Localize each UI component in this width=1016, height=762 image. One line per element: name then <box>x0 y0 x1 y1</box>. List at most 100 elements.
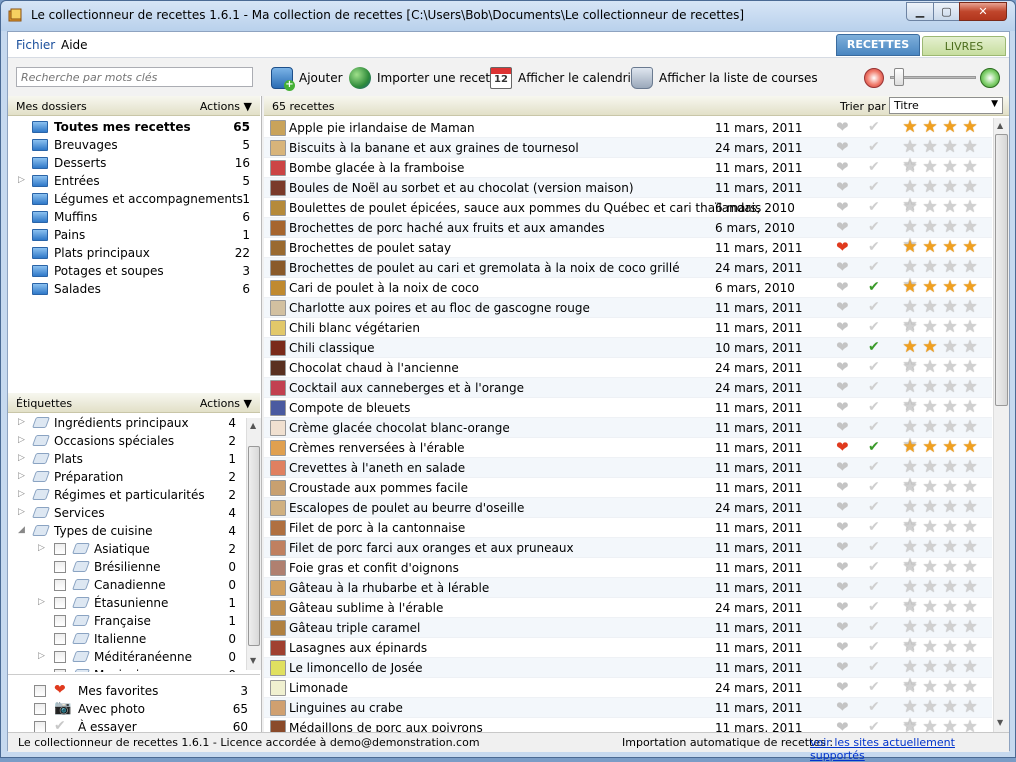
expand-arrow-icon[interactable]: ▷ <box>18 175 25 185</box>
expand-arrow-icon[interactable]: ▷ <box>38 543 45 553</box>
favorite-heart-icon[interactable]: ❤ <box>836 659 849 675</box>
star-icon[interactable]: ★ <box>960 218 980 236</box>
tag-checkbox[interactable] <box>54 615 66 627</box>
tag-item[interactable]: Mexicaine 0 <box>8 666 246 672</box>
star-icon[interactable]: ★ <box>920 558 940 576</box>
recipe-row[interactable]: Biscuits à la banane et aux graines de t… <box>264 138 992 174</box>
star-icon[interactable]: ★ <box>940 178 960 196</box>
recipe-row[interactable]: Crevettes à l'aneth en salade 11 mars, 20… <box>264 458 992 494</box>
tried-check-icon[interactable]: ✔ <box>868 199 880 215</box>
folder-item[interactable]: Breuvages 5 <box>8 136 260 154</box>
recipe-row[interactable]: Charlotte aux poires et au floc de gasco… <box>264 298 992 334</box>
favorite-heart-icon[interactable]: ❤ <box>836 479 849 495</box>
star-icon[interactable]: ★ <box>940 578 960 596</box>
star-icon[interactable]: ★ <box>940 458 960 476</box>
recipe-row[interactable]: Crème glacée chocolat blanc-orange 11 mar… <box>264 418 992 454</box>
recipe-list-scrollbar[interactable]: ▲ ▼ <box>993 118 1009 732</box>
recipe-row[interactable]: Limonade24 mars, 2011❤✔★★★★★ <box>264 678 992 714</box>
star-icon[interactable]: ★ <box>900 238 920 256</box>
favorite-heart-icon[interactable]: ❤ <box>836 639 849 655</box>
star-icon[interactable]: ★ <box>940 218 960 236</box>
star-icon[interactable]: ★ <box>920 218 940 236</box>
star-icon[interactable]: ★ <box>940 698 960 716</box>
zoom-in-icon[interactable] <box>980 68 1000 88</box>
recipe-row[interactable]: Linguines au crabe 11 mars, 2011 ❤ ✔ ★ ★ ★ ★★ <box>264 698 992 732</box>
shopping-list-button[interactable]: Afficher la liste de courses <box>631 66 818 90</box>
collapse-arrow-icon[interactable]: ◢ <box>18 525 25 535</box>
scroll-up-arrow-icon[interactable]: ▲ <box>250 421 256 430</box>
scroll-down-arrow-icon[interactable]: ▼ <box>250 656 256 665</box>
tag-item[interactable]: Canadienne 0 <box>8 576 246 594</box>
tag-item[interactable]: ▷ Services 4 <box>8 504 246 522</box>
favorite-heart-icon[interactable]: ❤ <box>836 339 849 355</box>
recipe-row[interactable]: Chocolat chaud à l'ancienne 24 mars, 2011… <box>264 358 992 394</box>
filter-checkbox[interactable] <box>34 703 46 715</box>
star-icon[interactable]: ★ <box>940 158 960 176</box>
close-button[interactable]: ✕ <box>959 2 1007 21</box>
recipe-row[interactable]: Gâteau triple caramel 11 mars, 2011 ❤ ✔ ★ ★ ★ ★… <box>264 618 992 654</box>
tags-actions-button[interactable]: Actions ▼ <box>200 397 252 410</box>
expand-arrow-icon[interactable]: ▷ <box>18 507 25 517</box>
star-icon[interactable]: ★ <box>920 638 940 656</box>
star-icon[interactable]: ★ <box>940 338 960 356</box>
favorite-heart-icon[interactable]: ❤ <box>836 719 849 732</box>
tag-item[interactable]: ◢ Types de cuisine 4 <box>8 522 246 540</box>
star-icon[interactable]: ★ <box>900 338 920 356</box>
star-icon[interactable]: ★ <box>960 698 980 716</box>
tried-check-icon[interactable]: ✔ <box>868 339 880 355</box>
menu-aide[interactable]: Aide <box>61 38 88 52</box>
tab-recettes[interactable]: RECETTES <box>836 34 920 56</box>
tried-check-icon[interactable]: ✔ <box>868 379 880 395</box>
star-icon[interactable]: ★ <box>960 518 980 536</box>
star-icon[interactable]: ★ <box>920 378 940 396</box>
title-bar[interactable]: Le collectionneur de recettes 1.6.1 - Ma… <box>1 1 1015 31</box>
star-icon[interactable]: ★ <box>920 138 940 156</box>
star-icon[interactable]: ★ <box>940 358 960 376</box>
recipe-row[interactable]: Gâteau sublime à l'érable 24 mars, 2011 ❤ ✔… <box>264 598 992 634</box>
favorite-heart-icon[interactable]: ❤ <box>836 259 849 275</box>
tag-item[interactable]: ▷ Méditéranéenne 0 <box>8 648 246 666</box>
rating-stars[interactable]: ★★★★★ <box>900 718 992 732</box>
tried-check-icon[interactable]: ✔ <box>868 219 880 235</box>
folder-item[interactable]: Potages et soupes 3 <box>8 262 260 280</box>
filter-item[interactable]: 📷 Avec photo 65 <box>8 700 260 718</box>
filter-checkbox[interactable] <box>34 685 46 697</box>
tried-check-icon[interactable]: ✔ <box>868 479 880 495</box>
star-icon[interactable]: ★ <box>900 658 920 676</box>
scroll-down-arrow-icon[interactable]: ▼ <box>997 718 1003 727</box>
tried-check-icon[interactable]: ✔ <box>868 119 880 135</box>
star-icon[interactable]: ★ <box>900 398 920 416</box>
favorite-heart-icon[interactable]: ❤ <box>836 199 849 215</box>
star-icon[interactable]: ★ <box>900 718 920 732</box>
star-icon[interactable]: ★ <box>920 678 940 696</box>
favorite-heart-icon[interactable]: ❤ <box>836 299 849 315</box>
recipe-row[interactable]: Croustade aux pommes facile 11 mars, 2011… <box>264 478 992 514</box>
star-icon[interactable]: ★ <box>940 258 960 276</box>
tag-item[interactable]: ▷ Régimes et particularités 2 <box>8 486 246 504</box>
star-icon[interactable]: ★ <box>900 498 920 516</box>
star-icon[interactable]: ★ <box>960 178 980 196</box>
recipe-row[interactable]: Chili classique 10 mars, 2011 ❤ ✔ ★ ★ ★ ★★ <box>264 338 992 374</box>
tried-check-icon[interactable]: ✔ <box>868 319 880 335</box>
expand-arrow-icon[interactable]: ▷ <box>38 597 45 607</box>
favorite-heart-icon[interactable]: ❤ <box>836 559 849 575</box>
star-icon[interactable]: ★ <box>960 238 980 256</box>
star-icon[interactable]: ★ <box>900 598 920 616</box>
tag-checkbox[interactable] <box>54 651 66 663</box>
favorite-heart-icon[interactable]: ❤ <box>836 399 849 415</box>
star-icon[interactable]: ★ <box>960 538 980 556</box>
recipe-row[interactable]: Boules de Noël au sorbet et au chocolat … <box>264 178 992 214</box>
favorite-heart-icon[interactable]: ❤ <box>836 499 849 515</box>
star-icon[interactable]: ★ <box>960 678 980 696</box>
star-icon[interactable]: ★ <box>900 478 920 496</box>
star-icon[interactable]: ★ <box>920 358 940 376</box>
star-icon[interactable]: ★ <box>960 198 980 216</box>
tried-check-icon[interactable]: ✔ <box>868 179 880 195</box>
star-icon[interactable]: ★ <box>960 498 980 516</box>
tried-check-icon[interactable]: ✔ <box>868 599 880 615</box>
star-icon[interactable]: ★ <box>900 118 920 136</box>
tag-item[interactable]: ▷ Asiatique 2 <box>8 540 246 558</box>
recipe-row[interactable]: Chili blanc végétarien 11 mars, 2011 ❤ ✔ ★ ★ ★… <box>264 318 992 354</box>
expand-arrow-icon[interactable]: ▷ <box>18 471 25 481</box>
tag-item[interactable]: ▷ Occasions spéciales 2 <box>8 432 246 450</box>
